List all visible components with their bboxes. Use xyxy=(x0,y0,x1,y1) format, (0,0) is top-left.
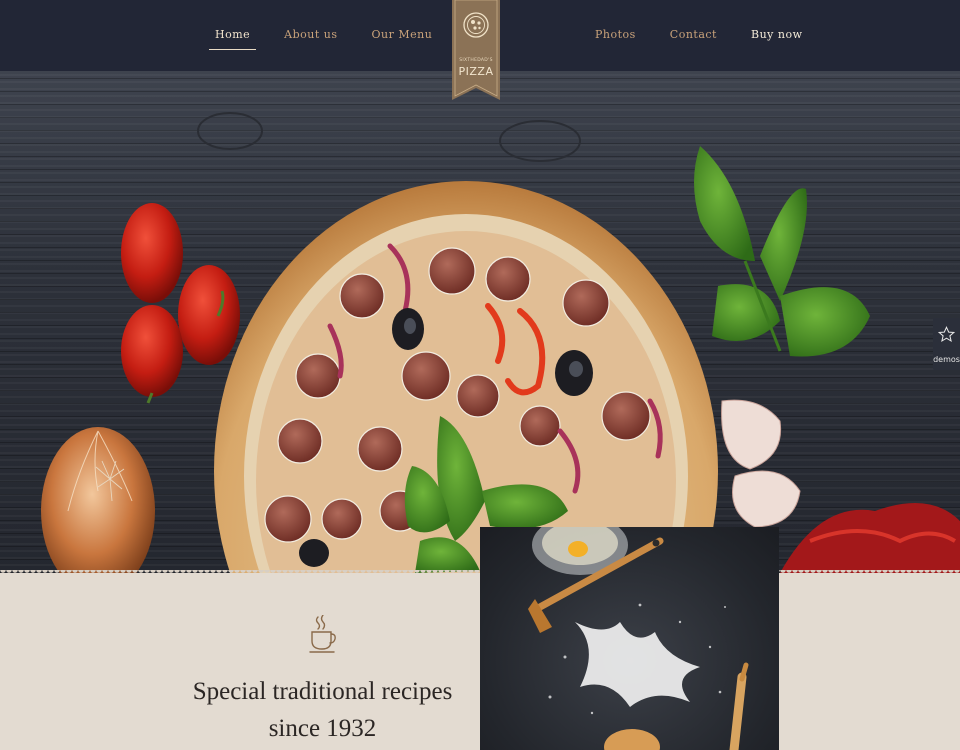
headline-line-1: Special traditional recipes xyxy=(192,678,453,705)
headline-line-2: since 1932 xyxy=(268,715,377,742)
hero-illustration xyxy=(41,112,960,573)
nav-photos[interactable]: Photos xyxy=(589,28,642,49)
nav-our-menu[interactable]: Our Menu xyxy=(366,28,439,50)
demos-label: demos xyxy=(933,355,960,364)
nav-home[interactable]: Home xyxy=(209,28,257,50)
nav-left: Home About us Our Menu xyxy=(209,28,438,50)
logo-banner[interactable]: SIXTHEDAD'S PIZZA xyxy=(452,0,500,104)
nav-about-us[interactable]: About us xyxy=(278,28,343,50)
nav-buy-now[interactable]: Buy now xyxy=(745,28,809,49)
baking-photo xyxy=(480,527,779,750)
hero-image xyxy=(0,71,960,573)
coffee-cup-icon xyxy=(309,615,336,653)
intro-headline: Special traditional recipes since 1932 xyxy=(170,673,475,747)
nav-right: Photos Contact Buy now xyxy=(589,28,809,49)
baking-illustration xyxy=(528,527,749,750)
pizza-icon xyxy=(463,12,489,38)
logo-title: PIZZA xyxy=(458,65,494,78)
demos-button[interactable]: demos xyxy=(933,318,960,370)
logo-subtitle: SIXTHEDAD'S xyxy=(459,58,493,63)
nav-contact[interactable]: Contact xyxy=(664,28,723,49)
star-icon xyxy=(938,326,955,343)
